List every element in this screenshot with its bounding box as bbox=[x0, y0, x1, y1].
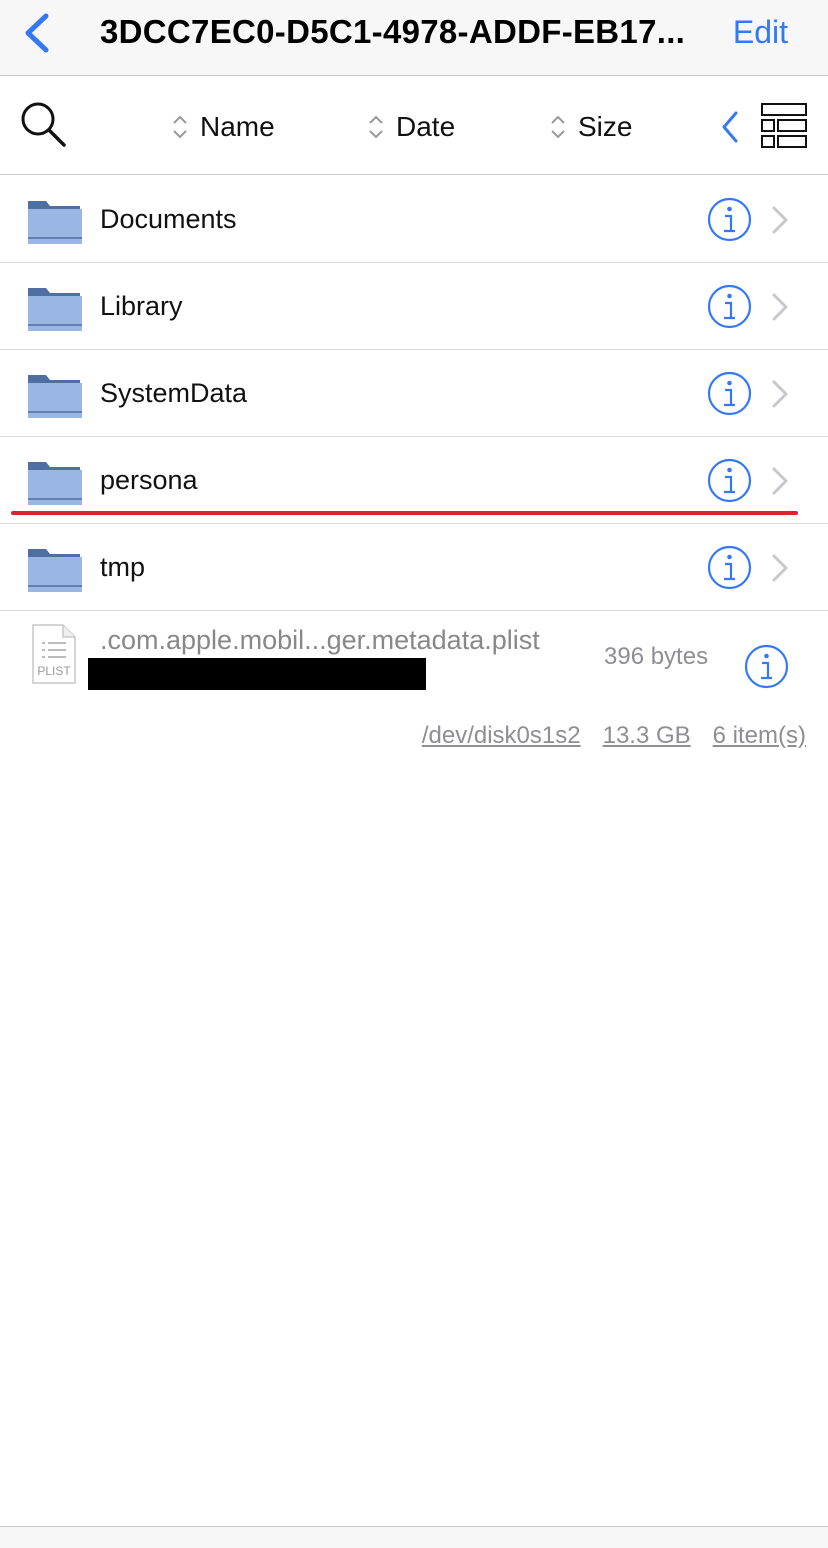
folder-icon bbox=[28, 201, 82, 244]
bottom-bar bbox=[0, 1527, 828, 1548]
sort-by-size-button[interactable]: Size bbox=[550, 107, 632, 147]
sort-name-label: Name bbox=[200, 111, 275, 142]
sort-size-label: Size bbox=[578, 111, 633, 142]
item-name: Library bbox=[100, 291, 183, 321]
item-name: tmp bbox=[100, 552, 146, 582]
info-icon[interactable] bbox=[707, 197, 752, 242]
list-item-documents[interactable]: Documents bbox=[0, 176, 828, 263]
chevron-left-icon bbox=[25, 13, 49, 53]
folder-icon bbox=[28, 288, 82, 331]
plist-icon-label: PLIST bbox=[37, 664, 71, 678]
chevron-right-icon bbox=[772, 293, 788, 321]
plist-file-icon: PLIST bbox=[32, 624, 76, 684]
highlight-underline bbox=[11, 511, 798, 515]
device-path-link[interactable]: /dev/disk0s1s2 bbox=[422, 722, 581, 750]
redaction-bar bbox=[88, 658, 426, 690]
sort-by-name-button[interactable]: Name bbox=[172, 107, 275, 147]
list-layout-icon bbox=[761, 103, 807, 148]
layout-toggle-button[interactable] bbox=[760, 102, 808, 150]
info-icon[interactable] bbox=[744, 644, 789, 689]
chevron-right-icon bbox=[772, 206, 788, 234]
navigation-bar: 3DCC7EC0-D5C1-4978-ADDF-EB17... Edit bbox=[0, 0, 828, 76]
info-icon[interactable] bbox=[707, 284, 752, 329]
chevron-right-icon bbox=[772, 380, 788, 408]
item-count-link[interactable]: 6 item(s) bbox=[713, 722, 806, 750]
file-list: Documents Library SystemData persona tmp… bbox=[0, 176, 828, 710]
chevron-left-icon bbox=[722, 111, 738, 143]
storage-footer: /dev/disk0s1s2 13.3 GB 6 item(s) bbox=[422, 722, 806, 750]
info-icon[interactable] bbox=[707, 371, 752, 416]
folder-icon bbox=[28, 462, 82, 505]
folder-icon bbox=[28, 375, 82, 418]
folder-icon bbox=[28, 549, 82, 592]
info-icon[interactable] bbox=[707, 545, 752, 590]
item-name: SystemData bbox=[100, 378, 248, 408]
page-title: 3DCC7EC0-D5C1-4978-ADDF-EB17... bbox=[100, 13, 686, 50]
sort-updown-icon bbox=[369, 115, 383, 139]
search-button[interactable] bbox=[18, 99, 70, 151]
list-item-systemdata[interactable]: SystemData bbox=[0, 350, 828, 437]
chevron-right-icon bbox=[772, 554, 788, 582]
list-item-tmp[interactable]: tmp bbox=[0, 524, 828, 611]
edit-button[interactable]: Edit bbox=[733, 14, 788, 51]
search-icon bbox=[21, 102, 66, 147]
back-button[interactable] bbox=[14, 8, 64, 58]
list-item-plist-file[interactable]: PLIST .com.apple.mobil...ger.metadata.pl… bbox=[0, 611, 828, 710]
sort-updown-icon bbox=[551, 115, 565, 139]
toolbar: Name Date Size bbox=[0, 77, 828, 175]
file-size: 396 bytes bbox=[604, 643, 709, 670]
info-icon[interactable] bbox=[707, 458, 752, 503]
capacity-link[interactable]: 13.3 GB bbox=[603, 722, 691, 750]
sort-updown-icon bbox=[173, 115, 187, 139]
chevron-right-icon bbox=[772, 467, 788, 495]
item-name: persona bbox=[100, 465, 198, 495]
item-name: Documents bbox=[100, 204, 237, 234]
collapse-toolbar-button[interactable] bbox=[716, 107, 746, 147]
sort-by-date-button[interactable]: Date bbox=[368, 107, 455, 147]
file-name: .com.apple.mobil...ger.metadata.plist bbox=[100, 625, 540, 655]
list-item-library[interactable]: Library bbox=[0, 263, 828, 350]
sort-date-label: Date bbox=[396, 111, 456, 142]
